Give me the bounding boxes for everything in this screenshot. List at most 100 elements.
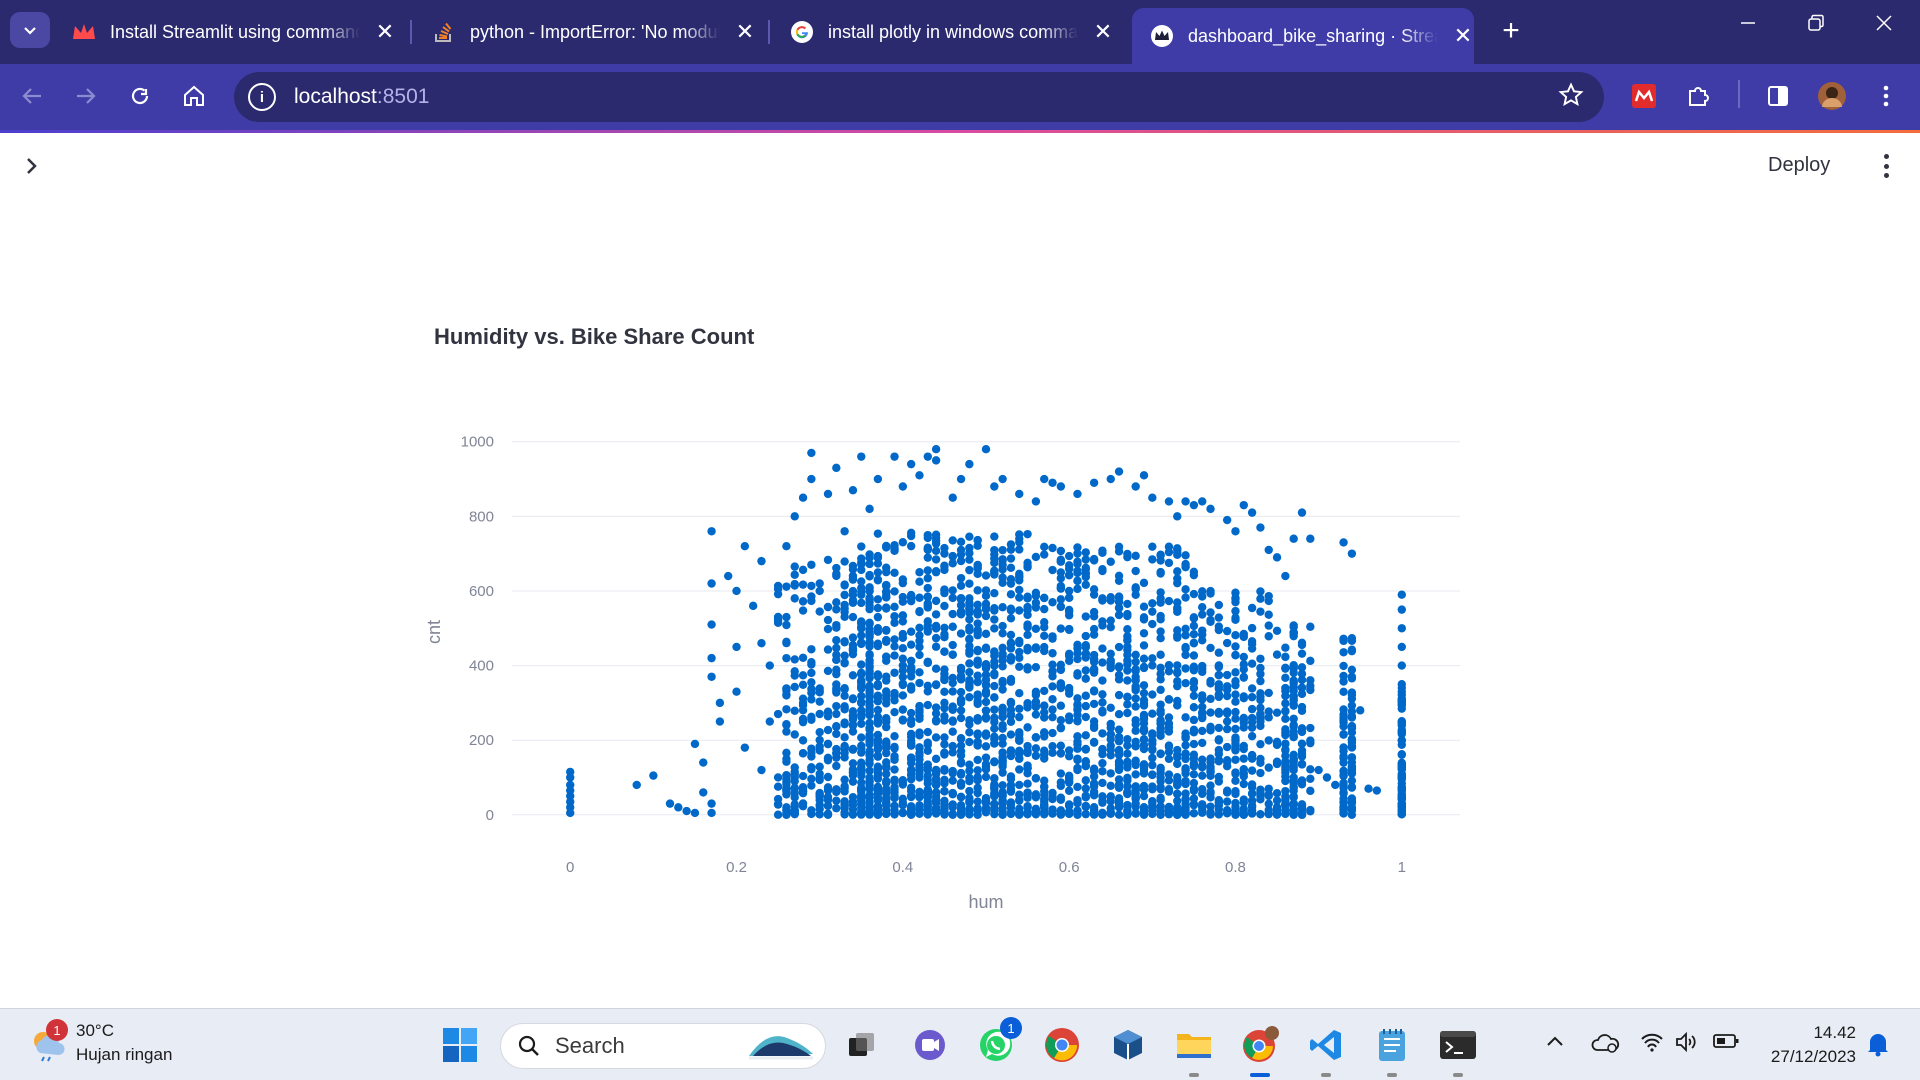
minimize-window-icon[interactable] — [1728, 12, 1768, 38]
data-point — [1281, 664, 1290, 673]
data-point — [1139, 602, 1149, 611]
data-point — [1222, 742, 1232, 752]
show-hidden-icons-chevron-up-icon[interactable] — [1544, 1031, 1566, 1059]
data-point — [1214, 777, 1224, 786]
close-tab-icon[interactable]: ✕ — [1452, 23, 1474, 49]
data-point — [773, 589, 783, 599]
data-point — [1023, 803, 1032, 812]
file-explorer-icon[interactable] — [1172, 1023, 1216, 1077]
mendeley-extension-icon[interactable] — [1626, 78, 1662, 114]
browser-menu-icon[interactable] — [1868, 78, 1904, 114]
data-point — [873, 595, 883, 604]
site-info-icon[interactable]: i — [248, 83, 276, 111]
chrome-icon[interactable] — [1040, 1023, 1084, 1067]
data-point — [865, 553, 874, 563]
data-point — [873, 705, 883, 715]
new-tab-button[interactable]: + — [1494, 14, 1528, 48]
data-point — [865, 773, 874, 782]
data-point — [898, 575, 908, 584]
data-point — [1231, 714, 1240, 723]
forward-button[interactable] — [68, 78, 104, 114]
notepad-icon[interactable] — [1370, 1023, 1414, 1077]
data-point — [790, 562, 799, 571]
task-view-icon[interactable] — [840, 1023, 884, 1067]
tab-stackoverflow[interactable]: python - ImportError: 'No module ✕ — [414, 8, 756, 56]
data-point — [965, 805, 974, 814]
toolbar-divider — [1738, 80, 1740, 108]
data-point — [1198, 497, 1207, 506]
notification-bell-icon[interactable] — [1866, 1031, 1890, 1063]
data-point — [1256, 654, 1265, 663]
close-tab-icon[interactable]: ✕ — [734, 19, 756, 45]
weather-widget[interactable]: 1 30°C Hujan ringan — [28, 1019, 172, 1067]
data-point — [1056, 680, 1066, 690]
system-clock[interactable]: 14.42 27/12/2023 — [1756, 1021, 1856, 1069]
data-point — [1064, 686, 1074, 695]
data-point — [931, 664, 941, 673]
tab-google-search[interactable]: install plotly in windows command ✕ — [772, 8, 1114, 56]
tab-streamlit-install[interactable]: Install Streamlit using command ✕ — [54, 8, 396, 56]
data-point — [1123, 735, 1132, 744]
data-point — [1181, 497, 1190, 506]
data-point — [1239, 692, 1248, 701]
scatter-chart[interactable]: 0 200 400 600 800 1000 0 0.2 0.4 0.6 0.8 1 hum cnt — [420, 420, 1500, 920]
whatsapp-icon[interactable]: 1 — [974, 1017, 1022, 1067]
data-point — [1239, 779, 1248, 789]
teams-chat-icon[interactable] — [908, 1023, 952, 1067]
bookmark-star-icon[interactable] — [1558, 82, 1584, 115]
sidebar-expand-button[interactable] — [22, 153, 46, 181]
data-point — [1347, 549, 1357, 558]
data-point — [1189, 759, 1199, 768]
data-point — [790, 579, 799, 589]
tab-dashboard-bike-sharing[interactable]: dashboard_bike_sharing · Streamlit ✕ — [1132, 8, 1474, 64]
close-tab-icon[interactable]: ✕ — [374, 19, 396, 45]
data-point — [1156, 556, 1165, 565]
data-point — [782, 775, 791, 784]
data-point — [1206, 694, 1215, 704]
data-point — [832, 569, 841, 579]
restore-window-icon[interactable] — [1796, 12, 1836, 38]
data-point — [1247, 508, 1257, 517]
chrome-active-icon[interactable] — [1238, 1023, 1282, 1077]
onedrive-cloud-icon[interactable] — [1590, 1031, 1620, 1061]
data-point — [973, 776, 982, 785]
battery-icon[interactable] — [1712, 1031, 1740, 1057]
data-point — [1256, 669, 1265, 679]
extensions-puzzle-icon[interactable] — [1680, 78, 1716, 114]
data-point — [848, 612, 858, 622]
virtualbox-icon[interactable] — [1106, 1023, 1150, 1067]
weather-condition: Hujan ringan — [76, 1045, 173, 1064]
home-button[interactable] — [176, 78, 212, 114]
close-window-icon[interactable] — [1864, 12, 1904, 38]
data-point — [998, 676, 1007, 686]
main-menu-kebab-icon[interactable] — [1878, 151, 1894, 181]
vscode-icon[interactable] — [1304, 1023, 1348, 1077]
data-point — [790, 730, 799, 739]
data-point — [1148, 739, 1157, 748]
tab-search-button[interactable] — [10, 12, 50, 48]
deploy-button[interactable]: Deploy — [1768, 154, 1830, 177]
windows-start-button[interactable] — [438, 1023, 482, 1067]
data-point — [1198, 761, 1207, 770]
data-point — [857, 771, 866, 780]
data-point — [1131, 720, 1140, 729]
data-point — [965, 675, 974, 685]
chart-title: Humidity vs. Bike Share Count — [434, 324, 755, 349]
wifi-icon[interactable] — [1640, 1031, 1664, 1059]
side-panel-icon[interactable] — [1760, 78, 1796, 114]
back-button[interactable] — [14, 78, 50, 114]
reload-button[interactable] — [122, 78, 158, 114]
terminal-icon[interactable] — [1436, 1023, 1480, 1077]
address-bar[interactable]: i localhost:8501 — [234, 72, 1604, 122]
data-point — [1056, 769, 1066, 778]
volume-icon[interactable] — [1674, 1031, 1698, 1059]
data-point — [1148, 709, 1157, 718]
x-tick-label: 0.2 — [726, 859, 747, 876]
profile-avatar[interactable] — [1814, 78, 1850, 114]
data-point — [840, 651, 849, 660]
close-tab-icon[interactable]: ✕ — [1092, 19, 1114, 45]
taskbar-search-box[interactable]: Search — [500, 1023, 826, 1069]
data-point — [857, 660, 866, 669]
data-point — [1098, 750, 1107, 759]
data-point — [1156, 802, 1165, 811]
